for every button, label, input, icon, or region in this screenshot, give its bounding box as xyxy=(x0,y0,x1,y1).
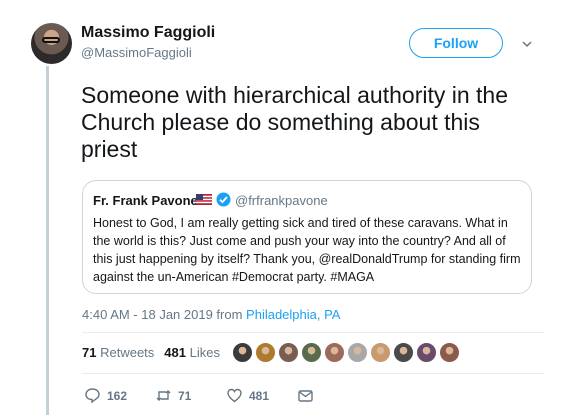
quoted-tweet[interactable]: Fr. Frank Pavone @frfrankpavone Honest t… xyxy=(82,180,532,294)
retweet-icon xyxy=(156,390,171,401)
like-count: 481 xyxy=(249,388,270,403)
liker-avatar[interactable] xyxy=(255,342,276,363)
likes-label: Likes xyxy=(189,345,220,360)
likes-stat[interactable]: 481 Likes xyxy=(164,345,220,360)
chevron-down-icon[interactable] xyxy=(522,39,532,49)
quote-author-name: Fr. Frank Pavone xyxy=(93,193,198,208)
retweets-count: 71 xyxy=(82,345,97,360)
author-handle[interactable]: @MassimoFaggioli xyxy=(81,45,192,60)
thread-line xyxy=(46,66,49,415)
location-link[interactable]: Philadelphia, PA xyxy=(246,307,340,322)
quote-author-handle: @frfrankpavone xyxy=(235,193,328,208)
retweet-button[interactable]: 71 xyxy=(155,387,226,404)
liker-avatar[interactable] xyxy=(347,342,368,363)
like-button[interactable]: 481 xyxy=(226,387,297,404)
direct-message-button[interactable] xyxy=(297,387,368,404)
liker-avatar[interactable] xyxy=(370,342,391,363)
quote-text: Honest to God, I am really getting sick … xyxy=(93,216,521,284)
likes-count: 481 xyxy=(164,345,186,360)
retweets-label: Retweets xyxy=(100,345,155,360)
reply-button[interactable]: 162 xyxy=(84,387,155,404)
reply-icon xyxy=(85,388,100,404)
verified-badge-icon xyxy=(216,192,231,207)
reply-count: 162 xyxy=(107,388,128,403)
follow-button[interactable]: Follow xyxy=(409,28,503,58)
action-bar: 162 71 481 xyxy=(84,387,368,404)
liker-avatar[interactable] xyxy=(324,342,345,363)
author-avatar[interactable] xyxy=(31,23,72,64)
liker-avatar[interactable] xyxy=(232,342,253,363)
liker-avatars[interactable] xyxy=(232,342,462,363)
retweets-stat[interactable]: 71 Retweets xyxy=(82,345,154,360)
avatar-glasses xyxy=(42,37,60,43)
timestamp-time: 4:40 AM - 18 Jan 2019 from xyxy=(82,307,247,322)
envelope-icon xyxy=(298,390,313,402)
liker-avatar[interactable] xyxy=(278,342,299,363)
engagement-stats: 71 Retweets 481 Likes xyxy=(82,345,220,360)
us-flag-icon xyxy=(196,194,212,205)
tweet-text: Someone with hierarchical authority in t… xyxy=(81,82,509,162)
retweet-count: 71 xyxy=(178,388,192,403)
tweet-timestamp: 4:40 AM - 18 Jan 2019 from Philadelphia,… xyxy=(82,307,340,322)
liker-avatar[interactable] xyxy=(439,342,460,363)
divider xyxy=(82,373,544,374)
liker-avatar[interactable] xyxy=(416,342,437,363)
author-name[interactable]: Massimo Faggioli xyxy=(81,24,215,42)
liker-avatar[interactable] xyxy=(301,342,322,363)
liker-avatar[interactable] xyxy=(393,342,414,363)
heart-icon xyxy=(227,388,242,403)
divider xyxy=(82,332,544,333)
